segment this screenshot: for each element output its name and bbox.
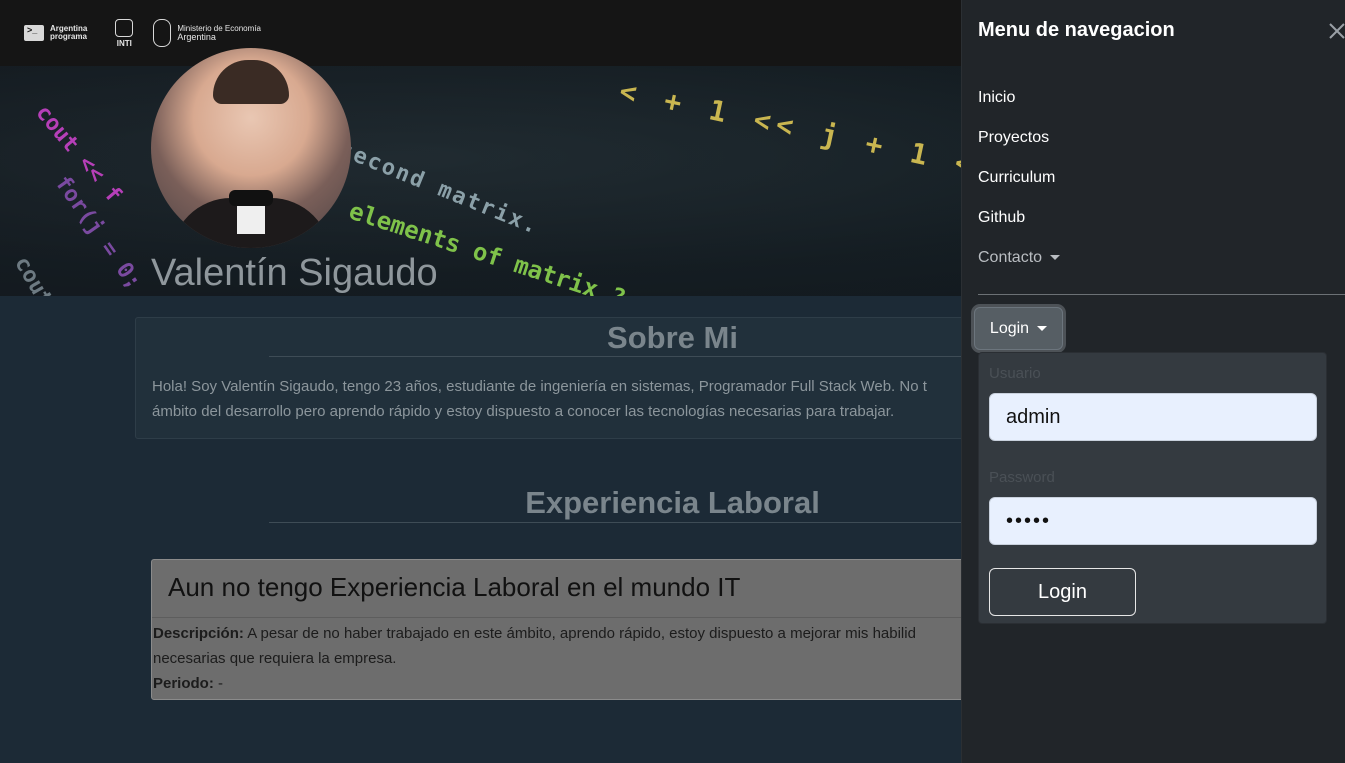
nav-link-curriculum[interactable]: Curriculum <box>978 169 1055 187</box>
username-label: Usuario <box>989 365 1041 382</box>
login-dropdown-menu: Usuario admin Password ••••• Login <box>978 352 1327 624</box>
ministerio-logo[interactable]: Ministerio de Economía Argentina <box>153 19 261 47</box>
password-label: Password <box>989 469 1055 486</box>
contacto-label: Contacto <box>978 249 1043 266</box>
offcanvas-menu: Menu de navegacion Inicio Proyectos Curr… <box>961 0 1345 763</box>
terminal-icon <box>24 25 44 41</box>
period-label: Periodo: <box>153 675 214 692</box>
description-text: A pesar de no haber trabajado en este ám… <box>153 625 916 667</box>
close-icon[interactable] <box>1326 20 1345 42</box>
experience-period: Periodo: - <box>153 671 953 696</box>
description-label: Descripción: <box>153 625 244 642</box>
nav-dropdown-contacto[interactable]: Contacto <box>978 249 1061 267</box>
experience-description: Descripción: A pesar de no haber trabaja… <box>153 621 953 671</box>
caret-down-icon <box>1037 326 1048 331</box>
banner-code-text: cout << <box>9 252 77 296</box>
experience-card: Aun no tengo Experiencia Laboral en el m… <box>151 559 973 700</box>
profile-avatar <box>151 48 351 248</box>
coat-of-arms-icon <box>153 19 172 47</box>
login-dropdown-button[interactable]: Login <box>974 307 1063 350</box>
username-input[interactable]: admin <box>989 393 1317 441</box>
offcanvas-title: Menu de navegacion <box>978 19 1175 41</box>
offcanvas-divider <box>978 294 1345 295</box>
nav-link-inicio[interactable]: Inicio <box>978 89 1015 107</box>
experience-divider <box>269 522 1069 523</box>
about-text: Hola! Soy Valentín Sigaudo, tengo 23 año… <box>152 378 927 420</box>
argentina-programa-logo[interactable]: Argentina programa <box>24 25 87 41</box>
nav-link-proyectos[interactable]: Proyectos <box>978 129 1049 147</box>
logo-line: programa <box>50 32 87 41</box>
profile-name: Valentín Sigaudo <box>151 252 438 294</box>
login-submit-button[interactable]: Login <box>989 568 1136 616</box>
password-input[interactable]: ••••• <box>989 497 1317 545</box>
login-toggle-label: Login <box>989 319 1030 337</box>
inti-logo[interactable]: INTI <box>115 18 134 48</box>
experience-heading: Aun no tengo Experiencia Laboral en el m… <box>168 572 741 602</box>
nav-link-github[interactable]: Github <box>978 209 1025 227</box>
about-divider <box>269 356 1069 357</box>
logo-line: Argentina <box>177 31 216 42</box>
logo-line: INTI <box>116 38 132 48</box>
caret-down-icon <box>1050 255 1061 261</box>
period-value: - <box>213 675 224 692</box>
inti-icon <box>115 18 134 37</box>
